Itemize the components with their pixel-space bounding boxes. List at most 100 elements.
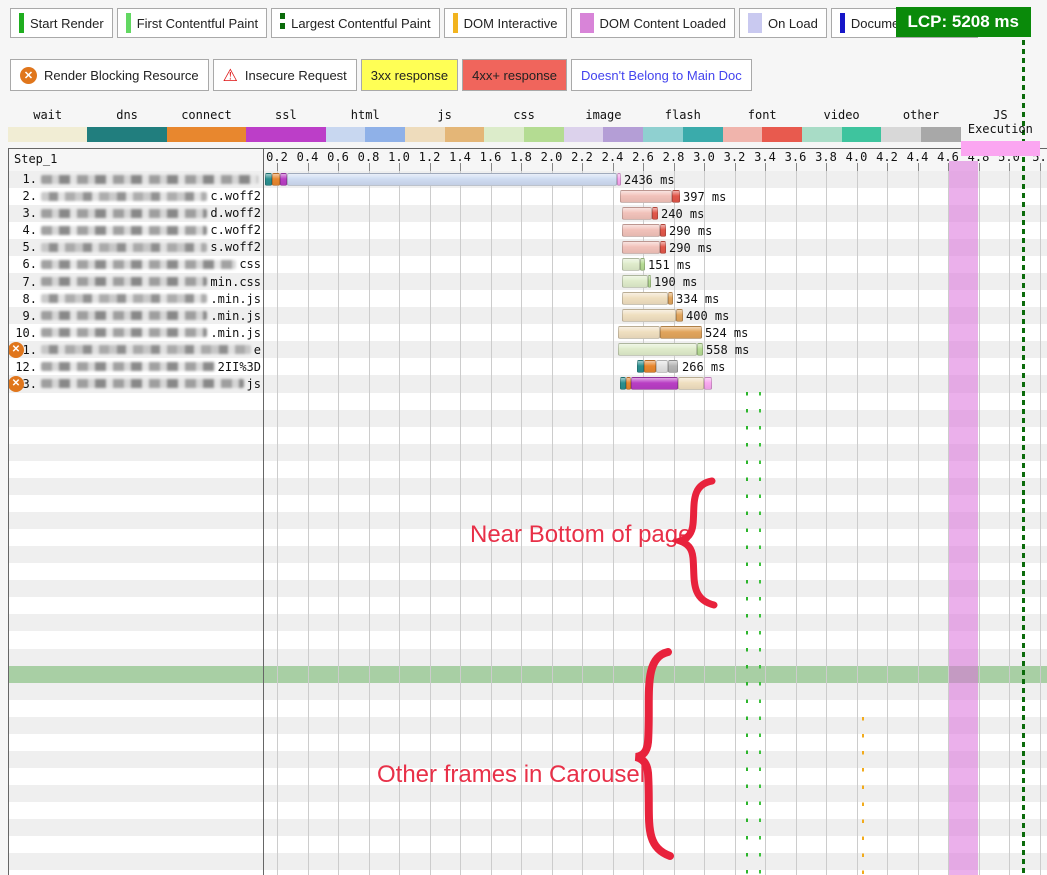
request-label-row[interactable]: ✕13.js	[9, 375, 262, 392]
waterfall-bar-segment-font_d[interactable]	[660, 224, 666, 237]
request-duration-label: 266 ms	[682, 360, 725, 374]
legend-flag-4[interactable]: Doesn't Belong to Main Doc	[571, 59, 752, 91]
waterfall-bar-segment-ssl[interactable]	[280, 173, 287, 186]
waterfall-bar-segment-font_l[interactable]	[622, 224, 660, 237]
waterfall-bar-segment-css_d[interactable]	[697, 343, 703, 356]
waterfall-bar-segment-jsx[interactable]	[617, 173, 621, 186]
legend-label: DOM Content Loaded	[600, 16, 726, 31]
waterfall-bar-segment-js_d[interactable]	[676, 309, 683, 322]
swatch-dark	[762, 127, 802, 142]
dom-interactive-dots	[862, 717, 864, 875]
waterfall-bar-segment-css_l[interactable]	[618, 343, 697, 356]
waterfall-bar-segment-font_d[interactable]	[660, 241, 666, 254]
request-label-row[interactable]: 1.	[9, 171, 262, 188]
axis-tick-mark	[338, 163, 339, 171]
axis-tick-mark	[948, 163, 949, 171]
render-blocking-icon: ✕	[8, 342, 24, 358]
legend-flag-3: 4xx+ response	[462, 59, 567, 91]
flag-legend: ✕Render Blocking Resource⚠Insecure Reque…	[10, 59, 752, 91]
row-stripe	[9, 700, 1047, 717]
swatch-light	[802, 127, 842, 142]
waterfall-bar-segment-css_l[interactable]	[622, 275, 648, 288]
waterfall-bar-segment-jsx[interactable]	[704, 377, 712, 390]
legend-swatch	[748, 13, 762, 33]
gridline	[369, 170, 370, 875]
waterfall-bar-segment-other_d[interactable]	[668, 360, 678, 373]
waterfall-bar-segment-css_l[interactable]	[622, 258, 640, 271]
waterfall-bar-segment-other_l[interactable]	[656, 360, 668, 373]
axis-tick-mark	[430, 163, 431, 171]
render-blocking-icon: ✕	[8, 376, 24, 392]
url-suffix: c.woff2	[210, 223, 262, 237]
row-stripe	[9, 614, 1047, 631]
waterfall-bar-segment-css_d[interactable]	[648, 275, 651, 288]
gridline	[1040, 170, 1041, 875]
waterfall-bar-segment-js_d[interactable]	[660, 326, 702, 339]
row-stripe	[9, 649, 1047, 666]
waterfall-bar-segment-dns[interactable]	[265, 173, 272, 186]
waterfall-bar-segment-dns[interactable]	[637, 360, 644, 373]
redacted-url	[41, 362, 215, 371]
swatch-light	[8, 127, 48, 142]
waterfall-bar-segment-ssl[interactable]	[631, 377, 678, 390]
legend-label: Largest Contentful Paint	[291, 16, 430, 31]
waterfall-bar-segment-js_l[interactable]	[618, 326, 660, 339]
redacted-url	[41, 294, 207, 303]
legend-swatch	[19, 13, 24, 33]
waterfall-bar-segment-font_l[interactable]	[622, 241, 660, 254]
request-duration-label: 290 ms	[669, 224, 712, 238]
request-label-row[interactable]: ✕11.e	[9, 341, 262, 358]
row-stripe	[9, 461, 1047, 478]
request-label-row[interactable]: 5.s.woff2	[9, 239, 262, 256]
swatch-light	[405, 127, 445, 142]
request-label-row[interactable]: 4.c.woff2	[9, 222, 262, 239]
request-label-row[interactable]: 8..min.js	[9, 290, 262, 307]
row-stripe	[9, 836, 1047, 853]
waterfall-bar-segment-html_l[interactable]	[287, 173, 617, 186]
request-label-row[interactable]: 7.min.css	[9, 273, 262, 290]
type-label: js	[405, 108, 484, 122]
waterfall-bar-segment-connect[interactable]	[644, 360, 656, 373]
waterfall-bar-segment-js_l[interactable]	[622, 309, 676, 322]
request-label-row[interactable]: 6.css	[9, 256, 262, 273]
waterfall-bar-segment-js_l[interactable]	[622, 292, 668, 305]
axis-tick-mark	[369, 163, 370, 171]
request-label-row[interactable]: 12.2II%3D	[9, 358, 262, 375]
legend-flag-label: 4xx+ response	[472, 68, 557, 83]
waterfall-bar-segment-js_l[interactable]	[678, 377, 704, 390]
row-stripe	[9, 427, 1047, 444]
waterfall-bar-segment-font_d[interactable]	[672, 190, 680, 203]
legend-event-dom-interactive: DOM Interactive	[444, 8, 567, 38]
type-label: html	[326, 108, 405, 122]
request-label-row[interactable]: 10..min.js	[9, 324, 262, 341]
type-legend-image: image	[564, 108, 643, 156]
render-blocking-icon: ✕	[20, 67, 37, 84]
legend-flag-label: Render Blocking Resource	[44, 68, 199, 83]
request-label-row[interactable]: 3.d.woff2	[9, 205, 262, 222]
waterfall-bar-segment-font_d[interactable]	[652, 207, 658, 220]
axis-tick-mark	[582, 163, 583, 171]
type-label: css	[484, 108, 563, 122]
url-suffix: js	[247, 377, 262, 391]
swatch-light	[881, 127, 921, 142]
gridline	[796, 170, 797, 875]
swatch-dark	[524, 127, 564, 142]
waterfall-bar-segment-font_l[interactable]	[622, 207, 652, 220]
type-legend-video: video	[802, 108, 881, 156]
type-legend-other: other	[881, 108, 960, 156]
request-label-row[interactable]: 2.c.woff2	[9, 188, 262, 205]
request-label-row[interactable]: 9..min.js	[9, 307, 262, 324]
request-number: 7.	[9, 275, 37, 289]
waterfall-bar-segment-connect[interactable]	[272, 173, 280, 186]
type-swatch	[246, 127, 325, 142]
waterfall-bar-segment-font_l[interactable]	[620, 190, 672, 203]
event-legend: Start RenderFirst Contentful PaintLarges…	[10, 8, 978, 38]
swatch-dark	[842, 127, 882, 142]
axis-tick-mark	[643, 163, 644, 171]
waterfall-bar-segment-js_d[interactable]	[668, 292, 673, 305]
waterfall-bar-segment-css_d[interactable]	[640, 258, 645, 271]
row-stripe	[9, 853, 1047, 870]
redacted-url	[41, 345, 251, 354]
swatch-dark	[445, 127, 485, 142]
axis-tick-mark	[826, 163, 827, 171]
